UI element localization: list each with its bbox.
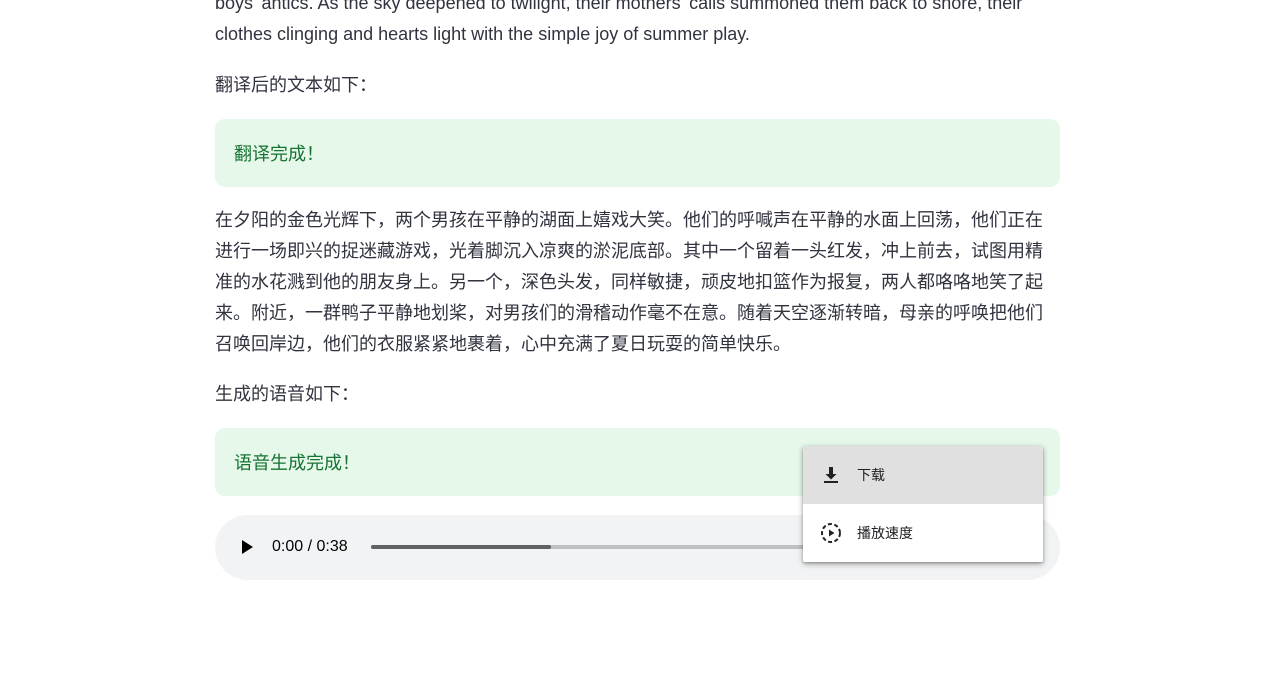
- english-paragraph: boys' antics. As the sky deepened to twi…: [215, 0, 1023, 44]
- download-menu-item[interactable]: 下载: [803, 446, 1043, 504]
- playback-speed-icon: [821, 523, 841, 543]
- speech-label: 生成的语音如下：: [215, 384, 359, 404]
- translated-paragraph: 在夕阳的金色光辉下，两个男孩在平静的湖面上嬉戏大笑。他们的呼喊声在平静的水面上回…: [215, 210, 1043, 354]
- audio-time: 0:00 / 0:38: [272, 538, 348, 555]
- download-label: 下载: [857, 467, 885, 483]
- audio-options-menu: 下载 播放速度: [803, 446, 1043, 562]
- audio-progress-fill: [371, 545, 551, 549]
- translation-label: 翻译后的文本如下：: [215, 75, 377, 95]
- play-icon[interactable]: [239, 537, 255, 557]
- playback-speed-label: 播放速度: [857, 525, 913, 541]
- translation-alert-text: 翻译完成！: [234, 144, 324, 164]
- speech-alert-text: 语音生成完成！: [234, 453, 360, 473]
- playback-speed-menu-item[interactable]: 播放速度: [803, 504, 1043, 562]
- translation-success-alert: 翻译完成！: [215, 119, 1060, 187]
- download-icon: [824, 467, 838, 483]
